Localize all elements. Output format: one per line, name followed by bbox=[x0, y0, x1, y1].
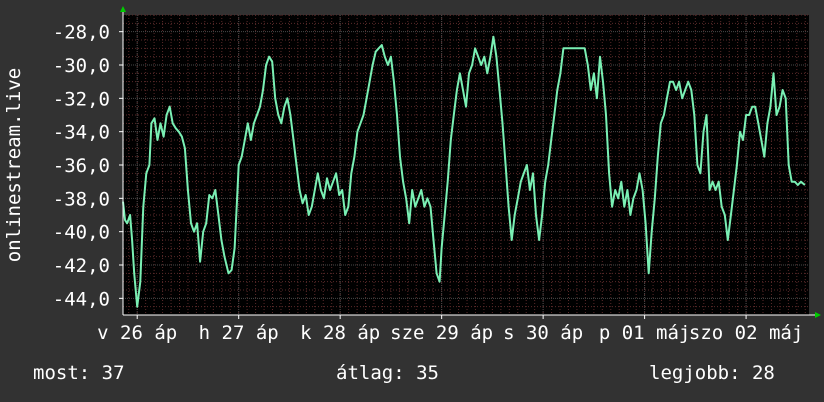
x-tick-label: v 26 áp bbox=[97, 322, 177, 344]
x-tick-label: p 01 máj bbox=[599, 322, 691, 344]
y-tick-label: -28,0 bbox=[53, 22, 110, 44]
y-axis-label: onlinestream.live bbox=[2, 0, 26, 330]
y-tick-label: -42,0 bbox=[53, 255, 110, 277]
line-chart: -28,0 -30,0 -32,0 -34,0 -36,0 -38,0 -40,0 -42,0… bbox=[53, 6, 821, 344]
x-tick-label: sze 29 áp bbox=[390, 322, 493, 344]
y-tick-label: -44,0 bbox=[53, 288, 110, 310]
stat-current: most: 37 bbox=[33, 362, 125, 384]
y-tick-label: -30,0 bbox=[53, 55, 110, 77]
stat-best-label: legjobb: bbox=[649, 362, 741, 384]
x-tick-label: k 28 áp bbox=[300, 322, 380, 344]
y-tick-label: -36,0 bbox=[53, 155, 110, 177]
stat-average-value: 35 bbox=[416, 362, 439, 384]
x-tick-label: szo 02 máj bbox=[689, 322, 803, 344]
y-tick-label: -40,0 bbox=[53, 222, 110, 244]
y-tick-label: -34,0 bbox=[53, 122, 110, 144]
stat-best-value: 28 bbox=[751, 362, 775, 384]
x-axis-arrow bbox=[815, 312, 821, 318]
stat-average-label: átlag: bbox=[336, 362, 405, 384]
stat-current-label: most: bbox=[33, 362, 91, 384]
y-axis-ticks: -28,0 -30,0 -32,0 -34,0 -36,0 -38,0 -40,0 -42,0… bbox=[53, 22, 123, 310]
y-tick-label: -32,0 bbox=[53, 88, 110, 110]
x-axis-ticks: v 26 áp h 27 áp k 28 áp sze 29 áp s 30 áp p 0… bbox=[97, 315, 803, 344]
x-tick-label: h 27 áp bbox=[199, 322, 279, 344]
x-tick-label: s 30 áp bbox=[503, 322, 583, 344]
y-tick-label: -38,0 bbox=[53, 188, 110, 210]
stat-best: legjobb: 28 bbox=[649, 362, 775, 384]
stat-current-value: 37 bbox=[101, 362, 125, 384]
y-axis-arrow bbox=[120, 6, 126, 12]
stat-average: átlag: 35 bbox=[336, 362, 439, 384]
y-axis-label-text: onlinestream.live bbox=[3, 67, 25, 263]
